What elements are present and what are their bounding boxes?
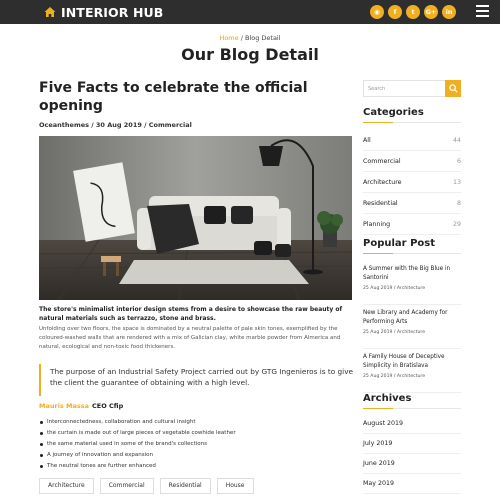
category-count: 8 <box>456 199 461 207</box>
post-lead-paragraph: The store's minimalist interior design s… <box>39 306 343 322</box>
category-count: 13 <box>452 178 461 186</box>
search-input[interactable] <box>364 81 446 96</box>
post-blockquote: The purpose of an Industrial Safety Proj… <box>39 364 355 396</box>
list-item: The neutral tones are further enhanced <box>39 461 355 472</box>
popular-post-title[interactable]: A Summer with the Big Blue in Santorini <box>363 265 461 283</box>
category-name: Residential <box>363 199 398 207</box>
archive-list: August 2019 July 2019 June 2019 May 2019 <box>363 414 461 494</box>
post-hero-image <box>39 136 352 300</box>
archive-item[interactable]: June 2019 <box>363 454 461 474</box>
breadcrumb-home-link[interactable]: Home <box>219 34 238 42</box>
category-item-planning[interactable]: Planning 29 <box>363 214 461 235</box>
category-item-commercial[interactable]: Commercial 6 <box>363 151 461 172</box>
tag-architecture[interactable]: Architecture <box>39 478 94 494</box>
archives-heading: Archives <box>363 393 461 409</box>
category-name: Planning <box>363 220 391 228</box>
list-item: Interconnectedness, collaboration and cu… <box>39 417 355 428</box>
home-icon <box>44 7 56 17</box>
categories-heading: Categories <box>363 107 461 123</box>
quote-author: Mauris Massa CEO Cfip <box>39 402 123 410</box>
popular-post-date: 25 Aug 2019 / Architecture <box>363 330 426 335</box>
category-item-architecture[interactable]: Architecture 13 <box>363 172 461 193</box>
list-item: the same material used in some of the br… <box>39 439 355 450</box>
brand-name: INTERIOR HUB <box>61 4 164 20</box>
brand-logo[interactable]: INTERIOR HUB <box>44 3 163 21</box>
popular-post-list: A Summer with the Big Blue in Santorini … <box>363 265 461 397</box>
list-item: A journey of innovation and expansion <box>39 450 355 461</box>
category-count: 29 <box>452 220 461 228</box>
search-button[interactable] <box>445 80 461 97</box>
category-count: 6 <box>456 157 461 165</box>
post-bullet-list: Interconnectedness, collaboration and cu… <box>39 417 355 472</box>
category-name: Commercial <box>363 157 401 165</box>
rss-icon[interactable]: ◉ <box>370 5 384 19</box>
google-plus-icon[interactable]: G+ <box>424 5 438 19</box>
list-item: the curtain is made out of large pieces … <box>39 428 355 439</box>
post-tags: Architecture Commercial Residential Hous… <box>39 478 254 494</box>
breadcrumb: Home / Blog Detail <box>0 34 500 42</box>
tag-commercial[interactable]: Commercial <box>99 478 154 494</box>
category-item-all[interactable]: All 44 <box>363 130 461 151</box>
author-role: CEO Cfip <box>92 402 124 410</box>
tag-residential[interactable]: Residential <box>159 478 211 494</box>
popular-post-date: 25 Aug 2019 / Architecture <box>363 286 426 291</box>
category-count: 44 <box>452 136 461 144</box>
search-icon <box>448 84 458 93</box>
post-body-paragraph: Unfolding over two floors, the space is … <box>39 326 341 350</box>
category-name: All <box>363 136 371 144</box>
top-navbar: INTERIOR HUB ◉ f t G+ in <box>0 0 500 24</box>
popular-post-date: 25 Aug 2019 / Architecture <box>363 374 426 379</box>
linkedin-icon[interactable]: in <box>442 5 456 19</box>
popular-post-title[interactable]: New Library and Academy for Performing A… <box>363 309 461 327</box>
tag-house[interactable]: House <box>216 478 254 494</box>
social-links: ◉ f t G+ in <box>370 5 456 19</box>
breadcrumb-current: / Blog Detail <box>238 34 281 42</box>
popular-post-item[interactable]: New Library and Academy for Performing A… <box>363 309 461 349</box>
post-title: Five Facts to celebrate the official ope… <box>39 80 308 114</box>
category-list: All 44 Commercial 6 Architecture 13 Resi… <box>363 130 461 235</box>
category-item-residential[interactable]: Residential 8 <box>363 193 461 214</box>
archive-item[interactable]: May 2019 <box>363 474 461 494</box>
twitter-icon[interactable]: t <box>406 5 420 19</box>
page-title: Our Blog Detail <box>181 45 319 64</box>
archive-item[interactable]: August 2019 <box>363 414 461 434</box>
popular-post-heading: Popular Post <box>363 238 461 254</box>
category-name: Architecture <box>363 178 402 186</box>
menu-icon[interactable] <box>476 5 489 17</box>
popular-post-item[interactable]: A Family House of Deceptive Simplicity i… <box>363 353 461 393</box>
post-meta: Oceanthemes / 30 Aug 2019 / Commercial <box>39 121 192 129</box>
archive-item[interactable]: July 2019 <box>363 434 461 454</box>
popular-post-item[interactable]: A Summer with the Big Blue in Santorini … <box>363 265 461 305</box>
popular-post-title[interactable]: A Family House of Deceptive Simplicity i… <box>363 353 461 371</box>
author-name[interactable]: Mauris Massa <box>39 402 89 410</box>
facebook-icon[interactable]: f <box>388 5 402 19</box>
